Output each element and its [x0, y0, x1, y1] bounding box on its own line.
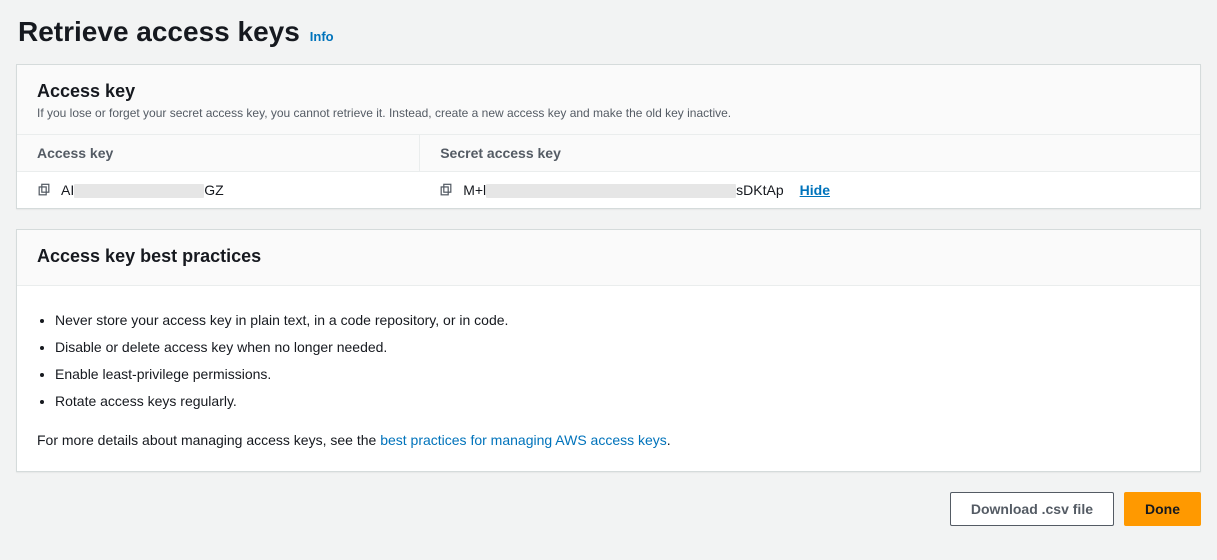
access-key-cell: AIGZ: [17, 172, 419, 208]
list-item: Rotate access keys regularly.: [55, 391, 1180, 412]
list-item: Disable or delete access key when no lon…: [55, 337, 1180, 358]
access-key-value: AIGZ: [61, 182, 224, 198]
page-header: Retrieve access keys Info: [18, 16, 1201, 48]
access-key-panel: Access key If you lose or forget your se…: [16, 64, 1201, 209]
redacted-segment: [486, 184, 736, 198]
best-practices-list: Never store your access key in plain tex…: [37, 310, 1180, 412]
download-csv-button[interactable]: Download .csv file: [950, 492, 1114, 526]
secret-access-key-value: M+lsDKtAp: [463, 182, 783, 198]
copy-icon[interactable]: [439, 183, 453, 197]
access-key-values-row: AIGZ M+lsDKtAp Hide: [17, 172, 1200, 208]
access-key-panel-description: If you lose or forget your secret access…: [37, 106, 1180, 120]
access-key-columns: Access key Secret access key: [17, 134, 1200, 172]
info-link[interactable]: Info: [310, 29, 334, 44]
secret-access-key-cell: M+lsDKtAp Hide: [419, 172, 1200, 208]
best-practices-link[interactable]: best practices for managing AWS access k…: [380, 432, 667, 448]
done-button[interactable]: Done: [1124, 492, 1201, 526]
best-practices-footer: For more details about managing access k…: [37, 430, 1180, 451]
best-practices-header: Access key best practices: [17, 230, 1200, 285]
column-access-key: Access key: [17, 135, 419, 171]
best-practices-panel: Access key best practices Never store yo…: [16, 229, 1201, 472]
access-key-panel-header: Access key If you lose or forget your se…: [17, 65, 1200, 134]
best-practices-body: Never store your access key in plain tex…: [17, 285, 1200, 471]
page-title: Retrieve access keys: [18, 16, 300, 48]
hide-secret-link[interactable]: Hide: [800, 182, 830, 198]
list-item: Enable least-privilege permissions.: [55, 364, 1180, 385]
page-actions: Download .csv file Done: [16, 492, 1201, 526]
copy-icon[interactable]: [37, 183, 51, 197]
list-item: Never store your access key in plain tex…: [55, 310, 1180, 331]
access-key-panel-title: Access key: [37, 81, 1180, 102]
redacted-segment: [74, 184, 204, 198]
best-practices-title: Access key best practices: [37, 246, 1180, 267]
column-secret-access-key: Secret access key: [419, 135, 1200, 171]
